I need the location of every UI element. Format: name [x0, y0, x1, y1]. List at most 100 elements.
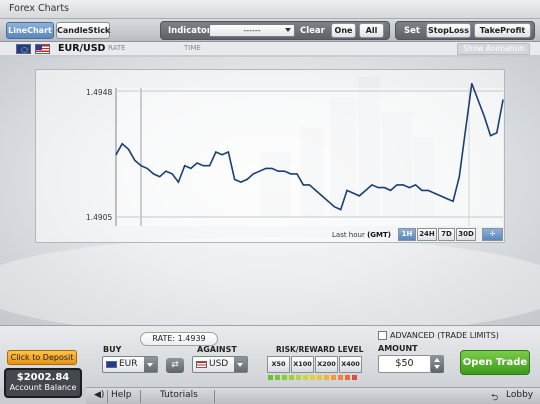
timeframe-30d[interactable]: 30D — [456, 228, 476, 241]
amount-input[interactable]: $50 — [378, 355, 431, 373]
price-point — [464, 129, 467, 131]
price-point — [196, 162, 198, 164]
crosshair-icon[interactable]: ✛ — [482, 228, 503, 241]
price-point — [402, 184, 404, 186]
price-point — [396, 184, 398, 186]
price-point — [452, 200, 454, 202]
risk-level-label: RISK/REWARD LEVEL — [276, 345, 364, 354]
status-bar: ◀) Help Tutorials ⮌ Lobby — [86, 387, 540, 404]
deposit-button[interactable]: Click to Deposit — [7, 350, 77, 365]
tab-candlestick[interactable]: CandleStick — [56, 22, 110, 39]
chevron-down-icon[interactable] — [234, 357, 247, 372]
price-point — [283, 170, 286, 172]
price-point — [427, 189, 429, 191]
us-flag-icon — [35, 44, 50, 54]
advanced-checkbox[interactable] — [378, 331, 387, 340]
price-point — [390, 189, 392, 191]
lobby-icon[interactable]: ⮌ — [491, 390, 498, 404]
price-point — [433, 192, 435, 194]
buy-currency-select[interactable]: EUR — [102, 356, 158, 373]
price-point — [333, 206, 336, 208]
timeframe-7d[interactable]: 7D — [438, 228, 455, 241]
balance-label: Account Balance — [9, 383, 77, 392]
rate-display: RATE: 1.4939 — [140, 332, 218, 346]
price-point — [227, 151, 229, 153]
stoploss-button[interactable]: StopLoss — [426, 23, 471, 38]
price-point — [134, 159, 136, 161]
price-point — [477, 99, 479, 101]
against-label: AGAINST — [197, 345, 237, 354]
price-point — [296, 173, 298, 175]
price-point — [271, 167, 273, 169]
chevron-down-icon[interactable] — [144, 357, 157, 372]
price-point — [489, 135, 492, 137]
open-trade-button[interactable]: Open Trade — [460, 350, 530, 375]
price-point — [302, 184, 304, 186]
price-point — [440, 195, 442, 197]
chevron-down-icon — [285, 28, 291, 32]
amount-stepper[interactable] — [431, 355, 444, 373]
price-point — [321, 195, 323, 197]
set-label: Set — [404, 26, 420, 36]
speaker-icon[interactable]: ◀) — [94, 390, 104, 400]
lobby-link[interactable]: Lobby — [506, 390, 533, 400]
takeprofit-button[interactable]: TakeProfit — [474, 23, 531, 38]
show-animation-button[interactable]: Show Animation — [457, 43, 530, 55]
time-caption: TIME — [184, 44, 201, 52]
price-chart[interactable]: 1.4948 1.4905 — [36, 70, 506, 226]
advanced-label: ADVANCED (TRADE LIMITS) — [390, 331, 499, 340]
price-point — [308, 184, 311, 186]
tutorials-link[interactable]: Tutorials — [160, 390, 198, 400]
price-point — [340, 209, 342, 211]
against-currency-select[interactable]: USD — [192, 356, 248, 373]
tab-linechart[interactable]: LineChart — [6, 22, 54, 39]
price-point — [446, 198, 448, 200]
price-point — [177, 181, 179, 183]
price-point — [277, 170, 279, 172]
indicators-dropdown[interactable]: ------ — [209, 24, 295, 37]
chart-area: 1.4948 1.4905 Last hour (GMT) 1H 24H 7D … — [0, 57, 540, 325]
risk-x100-button[interactable]: X100 — [291, 356, 314, 373]
eu-flag-icon — [106, 361, 117, 368]
clear-all-button[interactable]: All — [359, 23, 384, 38]
currency-pair: EUR/USD — [58, 43, 106, 54]
price-point — [383, 187, 385, 189]
price-point — [352, 192, 354, 194]
price-point — [496, 132, 498, 134]
swap-currencies-icon[interactable]: ⇄ — [166, 358, 184, 373]
price-point — [358, 195, 360, 197]
price-point — [115, 154, 117, 156]
help-link[interactable]: Help — [111, 390, 132, 400]
y-tick-high: 1.4948 — [86, 88, 112, 97]
indicators-group: Indicators ------ Clear One All — [160, 21, 390, 40]
buy-currency-value: EUR — [119, 359, 138, 369]
timeframe-1h[interactable]: 1H — [398, 228, 416, 241]
price-point — [502, 99, 504, 101]
price-point — [165, 170, 167, 172]
against-currency-value: USD — [209, 359, 229, 369]
price-point — [415, 184, 417, 186]
price-point — [346, 189, 348, 191]
title-bar: Forex Charts — [0, 0, 540, 19]
account-balance: $2002.84 Account Balance — [4, 368, 82, 398]
timeframe-24h[interactable]: 24H — [417, 228, 437, 241]
risk-x200-button[interactable]: X200 — [315, 356, 338, 373]
price-point — [146, 167, 148, 169]
chevron-down-icon[interactable] — [434, 365, 440, 369]
chevron-up-icon[interactable] — [434, 358, 440, 362]
y-tick-low: 1.4905 — [86, 213, 112, 222]
clear-one-button[interactable]: One — [331, 23, 356, 38]
risk-x50-button[interactable]: X50 — [267, 356, 290, 373]
amount-label: AMOUNT — [378, 344, 418, 353]
risk-x400-button[interactable]: X400 — [339, 356, 362, 373]
eu-flag-icon — [16, 44, 31, 54]
price-point — [215, 151, 217, 153]
set-group: Set StopLoss TakeProfit — [395, 21, 535, 40]
clear-label: Clear — [300, 26, 325, 36]
price-point — [127, 148, 130, 150]
price-point — [471, 82, 473, 85]
price-point — [152, 173, 155, 175]
price-point — [121, 143, 123, 145]
price-point — [371, 184, 373, 186]
price-point — [421, 189, 423, 191]
